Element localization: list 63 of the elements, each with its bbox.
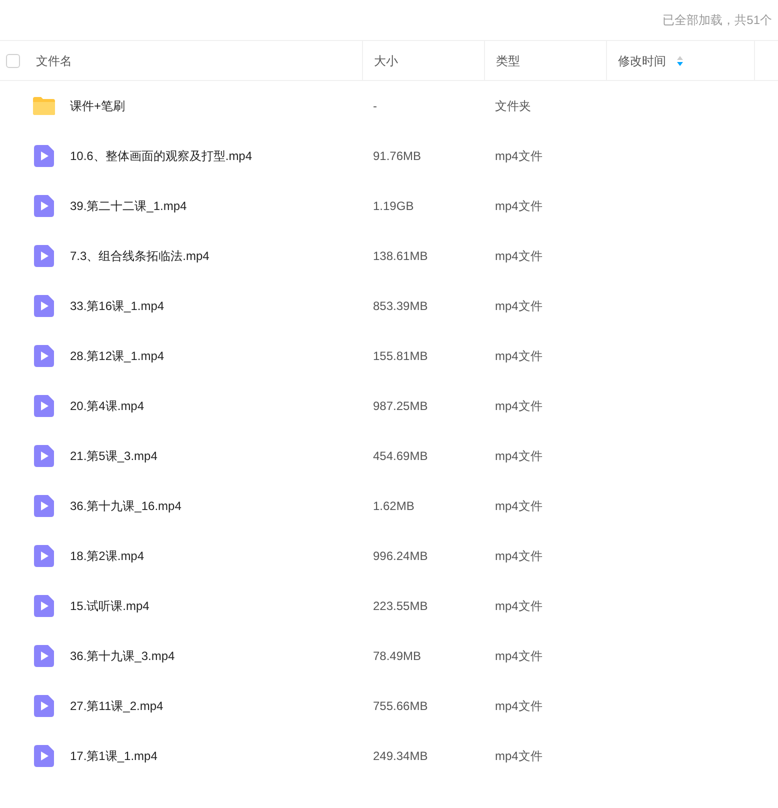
file-name: 18.第2课.mp4 <box>70 549 144 563</box>
video-file-icon <box>34 745 54 767</box>
file-size: 249.34MB <box>373 749 428 763</box>
video-file-icon <box>34 595 54 617</box>
file-size: 853.39MB <box>373 299 428 313</box>
file-type: mp4文件 <box>495 349 542 363</box>
file-size: - <box>373 99 377 113</box>
file-type: mp4文件 <box>495 199 542 213</box>
column-header[interactable]: 大小 <box>362 41 484 80</box>
file-name: 39.第二十二课_1.mp4 <box>70 199 187 213</box>
file-name: 20.第4课.mp4 <box>70 399 144 413</box>
file-type: mp4文件 <box>495 399 542 413</box>
column-header[interactable]: 修改时间 <box>606 41 754 80</box>
file-name: 36.第十九课_16.mp4 <box>70 499 182 513</box>
sort-icon[interactable] <box>677 56 683 66</box>
file-type: mp4文件 <box>495 749 542 763</box>
file-size: 223.55MB <box>373 599 428 613</box>
file-type: 文件夹 <box>495 99 531 113</box>
video-file-icon <box>34 245 54 267</box>
video-file-icon <box>34 495 54 517</box>
file-type: mp4文件 <box>495 249 542 263</box>
video-file-icon <box>34 345 54 367</box>
file-name: 21.第5课_3.mp4 <box>70 449 158 463</box>
video-file-icon <box>34 395 54 417</box>
file-size: 1.19GB <box>373 199 414 213</box>
file-name: 28.第12课_1.mp4 <box>70 349 164 363</box>
file-size: 454.69MB <box>373 449 428 463</box>
file-type: mp4文件 <box>495 149 542 163</box>
video-file-icon <box>34 695 54 717</box>
file-size: 1.62MB <box>373 499 414 513</box>
video-file-icon <box>34 145 54 167</box>
file-size: 138.61MB <box>373 249 428 263</box>
file-type: mp4文件 <box>495 449 542 463</box>
video-file-icon <box>34 195 54 217</box>
select-all-checkbox[interactable] <box>6 54 20 68</box>
file-name: 10.6、整体画面的观察及打型.mp4 <box>70 149 252 163</box>
folder-icon <box>32 96 56 116</box>
file-name: 课件+笔刷 <box>70 99 126 113</box>
file-type: mp4文件 <box>495 599 542 613</box>
video-file-icon <box>34 545 54 567</box>
video-file-icon <box>34 295 54 317</box>
column-header[interactable]: 文件名 <box>20 41 362 80</box>
video-file-icon <box>34 445 54 467</box>
file-size: 78.49MB <box>373 649 422 663</box>
file-type: mp4文件 <box>495 299 542 313</box>
file-type: mp4文件 <box>495 649 542 663</box>
file-size: 755.66MB <box>373 699 428 713</box>
file-name: 36.第十九课_3.mp4 <box>70 649 175 663</box>
file-name: 15.试听课.mp4 <box>70 599 150 613</box>
column-header[interactable]: 类型 <box>484 41 606 80</box>
file-size: 91.76MB <box>373 149 422 163</box>
status-text: 已全部加载，共51个 <box>662 12 772 29</box>
file-size: 155.81MB <box>373 349 428 363</box>
file-size: 996.24MB <box>373 549 428 563</box>
file-name: 27.第11课_2.mp4 <box>70 699 164 713</box>
file-type: mp4文件 <box>495 549 542 563</box>
video-file-icon <box>34 645 54 667</box>
file-size: 987.25MB <box>373 399 428 413</box>
file-name: 17.第1课_1.mp4 <box>70 749 158 763</box>
file-type: mp4文件 <box>495 699 542 713</box>
file-name: 33.第16课_1.mp4 <box>70 299 164 313</box>
file-name: 7.3、组合线条拓临法.mp4 <box>70 249 210 263</box>
file-type: mp4文件 <box>495 499 542 513</box>
